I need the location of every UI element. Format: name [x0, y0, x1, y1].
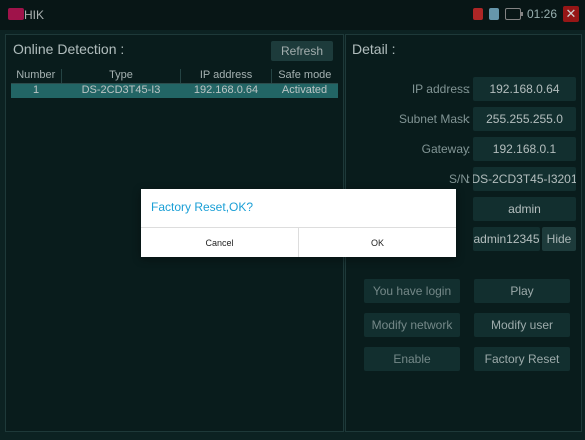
device-screen: HIK 01:26 ✕ Online Detection : Refresh N…	[0, 0, 585, 440]
ok-button[interactable]: OK	[299, 228, 456, 257]
dialog-message: Factory Reset,OK?	[151, 200, 254, 214]
cancel-button[interactable]: Cancel	[141, 228, 299, 257]
factory-reset-dialog: Factory Reset,OK? Cancel OK	[141, 189, 456, 257]
